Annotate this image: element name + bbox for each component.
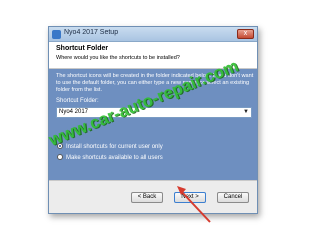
red-arrow-icon bbox=[177, 186, 211, 223]
